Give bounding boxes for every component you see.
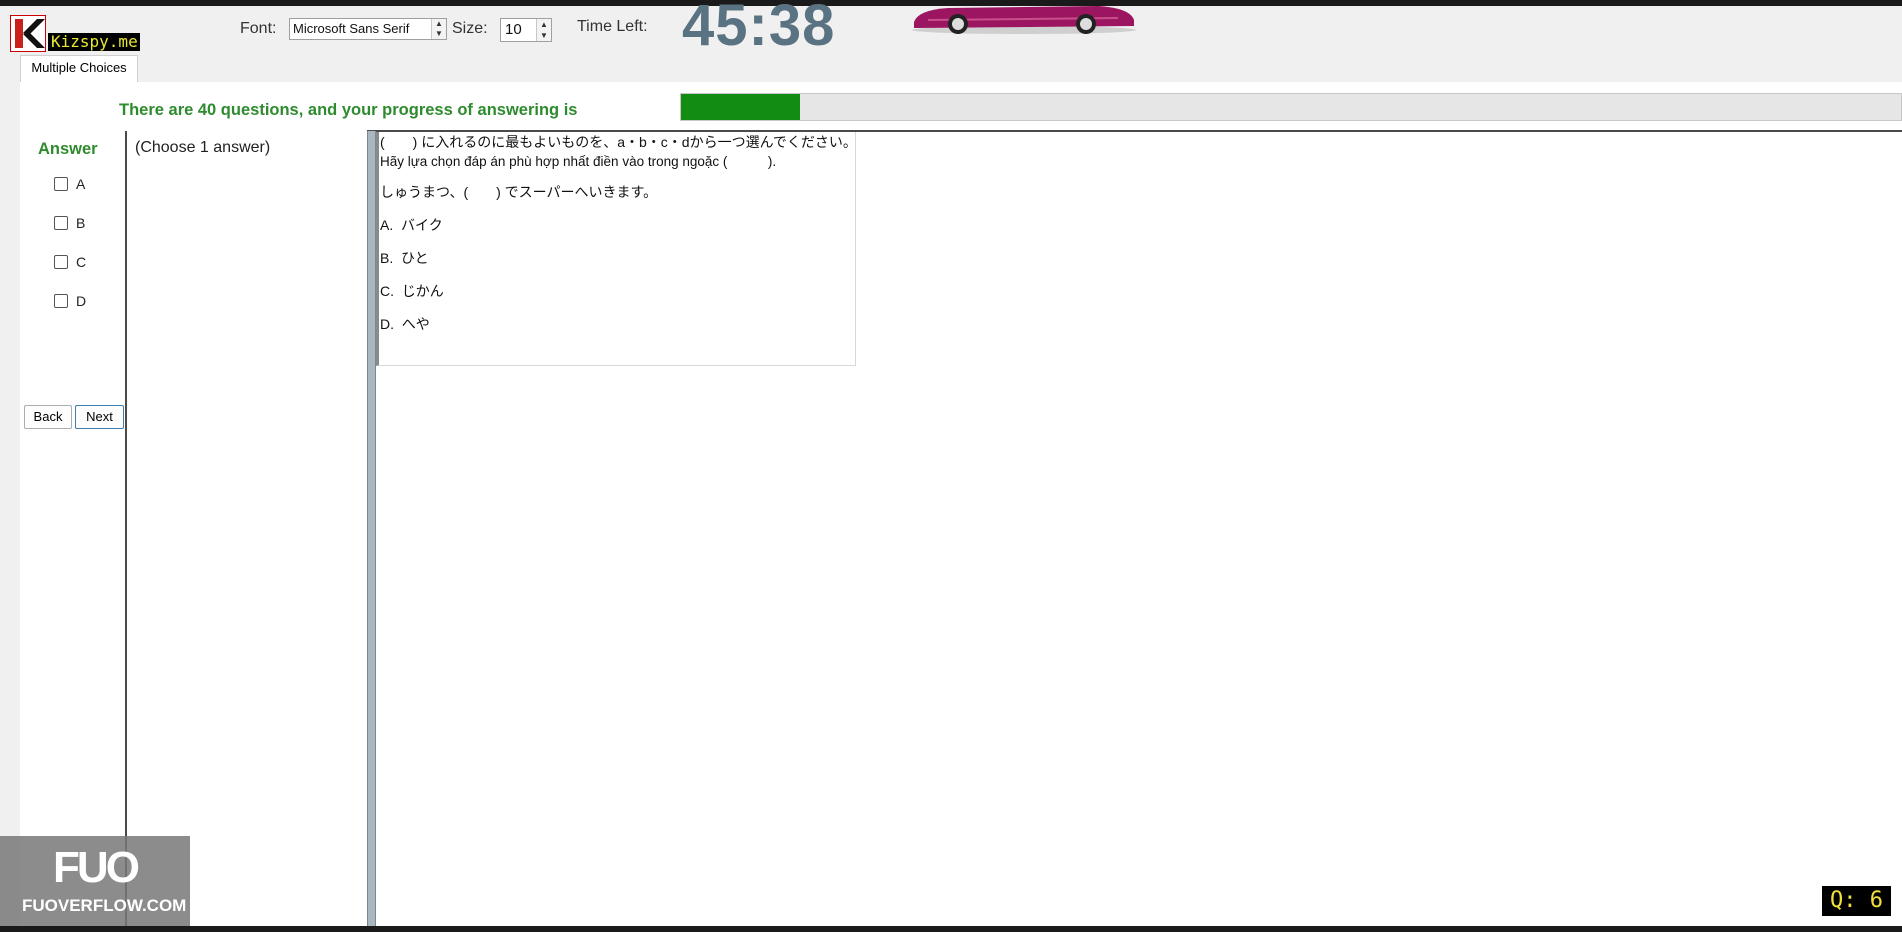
watermark-logo: FUO xyxy=(53,843,140,892)
size-spin-buttons[interactable]: ▲ ▼ xyxy=(536,19,551,41)
next-button[interactable]: Next xyxy=(75,405,124,429)
choice-b-text: ひと xyxy=(401,250,429,266)
choice-a-text: バイク xyxy=(401,217,443,233)
font-select[interactable]: Microsoft Sans Serif ▲ ▼ xyxy=(289,18,447,40)
question-number-badge: Q: 6 xyxy=(1822,886,1891,916)
choice-b-letter: B. xyxy=(380,250,394,266)
choice-c-letter: C. xyxy=(380,283,394,299)
content-panel xyxy=(20,82,1902,926)
time-left-label: Time Left: xyxy=(577,18,648,35)
choice-a-letter: A. xyxy=(380,217,394,233)
answer-option-c-label: C xyxy=(76,254,87,270)
checkbox-b[interactable] xyxy=(54,216,68,230)
question-choice-d: D. へや xyxy=(380,314,430,334)
size-label: Size: xyxy=(452,20,488,37)
size-stepper[interactable]: 10 ▲ ▼ xyxy=(500,18,552,42)
answer-title: Answer xyxy=(38,140,98,158)
question-choice-c: C. じかん xyxy=(380,281,444,301)
answer-option-d-label: D xyxy=(76,293,87,309)
question-choice-a: A. バイク xyxy=(380,215,443,235)
progress-bar xyxy=(680,93,1902,121)
watermark-text: FUOVERFLOW.COM xyxy=(22,896,187,915)
question-choice-b: B. ひと xyxy=(380,248,429,268)
question-sentence: しゅうまつ、( ) でスーパーへいきます。 xyxy=(380,184,658,200)
progress-fill xyxy=(681,94,800,120)
answer-option-b-label: B xyxy=(76,215,86,231)
window-bottom-border xyxy=(0,926,1902,932)
answer-option-d[interactable]: D xyxy=(54,293,86,309)
font-select-value: Microsoft Sans Serif xyxy=(293,21,410,36)
answer-option-a-label: A xyxy=(76,176,86,192)
choose-instruction: (Choose 1 answer) xyxy=(135,139,271,156)
choice-d-letter: D. xyxy=(380,316,394,332)
question-instruction-jp: ( ) に入れるのに最もよいものを、a・b・c・dから一つ選んでください。 xyxy=(380,134,857,150)
left-divider xyxy=(125,131,127,926)
app-logo-icon xyxy=(10,15,46,52)
checkbox-d[interactable] xyxy=(54,294,68,308)
app-logo-text: Kizspy.me xyxy=(48,33,140,51)
font-spin-buttons[interactable]: ▲ ▼ xyxy=(431,19,446,39)
checkbox-a[interactable] xyxy=(54,177,68,191)
question-instruction-vi: Hãy lựa chọn đáp án phù hợp nhất điền và… xyxy=(380,154,777,169)
answer-option-c[interactable]: C xyxy=(54,254,86,270)
progress-label: There are 40 questions, and your progres… xyxy=(119,101,578,119)
tab-multiple-choices[interactable]: Multiple Choices xyxy=(20,55,138,82)
panel-splitter[interactable] xyxy=(367,131,376,926)
answer-option-b[interactable]: B xyxy=(54,215,85,231)
font-label: Font: xyxy=(240,20,277,37)
car-image xyxy=(908,0,1140,34)
checkbox-c[interactable] xyxy=(54,255,68,269)
answer-option-a[interactable]: A xyxy=(54,176,85,192)
countdown-timer: 45:38 xyxy=(682,0,836,58)
size-value: 10 xyxy=(505,21,522,38)
choice-c-text: じかん xyxy=(401,283,444,299)
back-button[interactable]: Back xyxy=(24,405,72,429)
choice-d-text: へや xyxy=(401,316,430,332)
